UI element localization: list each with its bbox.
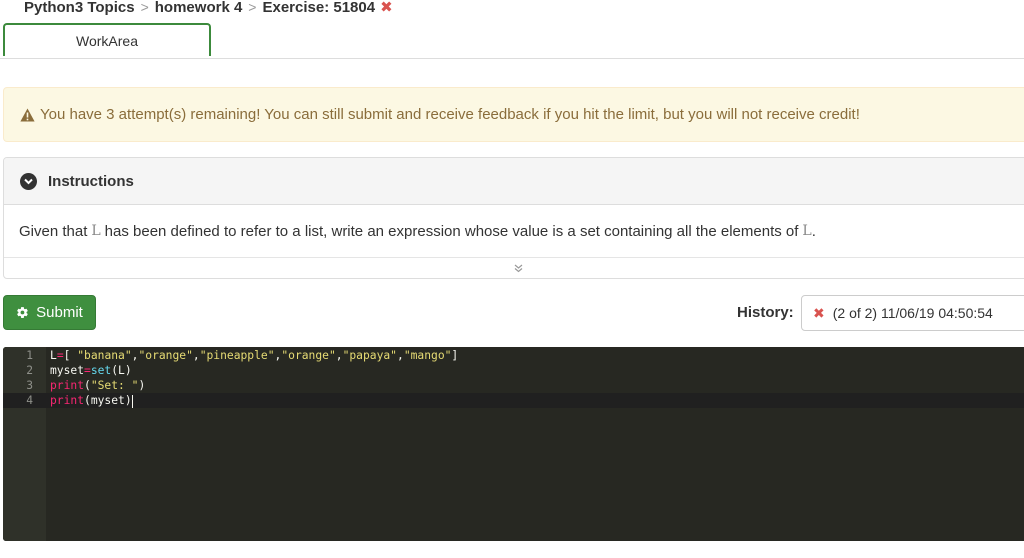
code-variable: L — [91, 223, 101, 239]
history-label: History: — [737, 304, 794, 321]
code-token: "mango" — [403, 349, 452, 362]
breadcrumb-item-homework[interactable]: homework 4 — [155, 0, 243, 16]
breadcrumb-item-topics[interactable]: Python3 Topics — [24, 0, 135, 16]
breadcrumb-separator: > — [140, 0, 149, 15]
code-token: , — [335, 349, 343, 362]
history-select[interactable]: ✖ (2 of 2) 11/06/19 04:50:54 — [801, 295, 1024, 331]
code-line[interactable]: 3 print("Set: ") — [3, 378, 1024, 393]
submit-button[interactable]: Submit — [3, 295, 96, 330]
instructions-text: Given that L has been defined to refer t… — [4, 205, 1024, 258]
line-number: 2 — [26, 364, 33, 377]
code-token: print — [50, 379, 85, 392]
code-token: , — [397, 349, 404, 362]
code-token: "pineapple" — [199, 349, 275, 362]
alert-text: You have 3 attempt(s) remaining! You can… — [40, 106, 860, 123]
close-icon[interactable]: ✖ — [380, 0, 393, 16]
code-variable: L — [802, 223, 812, 239]
code-token: = — [84, 364, 91, 377]
line-number: 1 — [26, 349, 33, 362]
tab-bar: WorkArea — [0, 23, 1024, 59]
code-line-text: myset=set(L) — [50, 363, 132, 378]
line-number: 4 — [26, 394, 33, 407]
code-token: print — [50, 394, 85, 407]
warning-icon — [20, 108, 35, 122]
code-line-text: L=[ "banana","orange","pineapple","orang… — [50, 348, 458, 363]
gear-icon — [16, 306, 29, 319]
code-line[interactable]: 4 print(myset) — [3, 393, 1024, 408]
history-selected-value: (2 of 2) 11/06/19 04:50:54 — [832, 305, 993, 321]
instructions-header[interactable]: Instructions — [4, 158, 1024, 205]
instructions-text-part: has been defined to refer to a list, wri… — [104, 222, 799, 240]
code-line-text: print("Set: ") — [50, 378, 145, 393]
attempts-warning-alert: You have 3 attempt(s) remaining! You can… — [3, 87, 1024, 142]
code-token: "orange" — [138, 349, 193, 362]
tab-workarea[interactable]: WorkArea — [3, 23, 211, 56]
instructions-text-part: . — [811, 222, 816, 240]
breadcrumb: Python3 Topics > homework 4 > Exercise: … — [24, 0, 393, 16]
code-token: (myset) — [84, 394, 132, 407]
code-editor[interactable]: 1 L=[ "banana","orange","pineapple","oran… — [3, 347, 1024, 541]
code-token: , — [192, 349, 200, 362]
code-token: ] — [451, 349, 459, 362]
code-token: "banana" — [77, 349, 132, 362]
submit-label: Submit — [36, 304, 83, 321]
code-token: L — [50, 349, 57, 362]
expand-instructions-toggle[interactable] — [4, 258, 1024, 278]
code-token: "orange" — [281, 349, 336, 362]
breadcrumb-separator: > — [248, 0, 257, 15]
code-token: "Set: " — [90, 379, 139, 392]
code-token: myset — [50, 364, 85, 377]
code-line[interactable]: 1 L=[ "banana","orange","pineapple","oran… — [3, 348, 1024, 363]
code-token: (L) — [111, 364, 132, 377]
close-icon: ✖ — [813, 304, 825, 321]
line-number: 3 — [26, 379, 33, 392]
instructions-panel: Instructions Given that L has been defin… — [3, 157, 1024, 279]
code-token: "papaya" — [342, 349, 397, 362]
code-token: [ — [63, 349, 78, 362]
instructions-title: Instructions — [48, 172, 134, 190]
code-token: set — [90, 364, 112, 377]
code-line[interactable]: 2 myset=set(L) — [3, 363, 1024, 378]
double-chevron-down-icon — [514, 260, 523, 278]
code-line-text: print(myset) — [50, 393, 133, 408]
code-token: ) — [138, 379, 146, 392]
breadcrumb-item-exercise: Exercise: 51804 — [262, 0, 376, 16]
instructions-text-part: Given that — [19, 222, 88, 240]
code-token: = — [56, 349, 64, 362]
text-cursor — [131, 394, 133, 408]
chevron-down-circle-icon — [20, 172, 37, 190]
code-token: ( — [84, 379, 91, 392]
